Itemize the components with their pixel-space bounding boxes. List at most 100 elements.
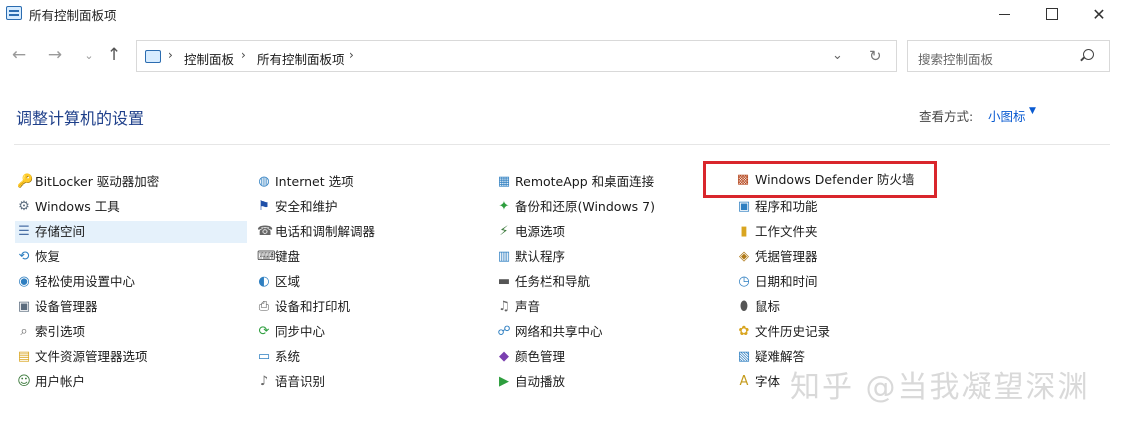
item-speaker[interactable]: ♫ 声音 [495,296,540,318]
tools-icon: ⚙ [18,199,30,214]
item-tools[interactable]: ⚙ Windows 工具 [15,196,120,218]
search-icon[interactable] [1083,49,1094,60]
item-system[interactable]: ▭ 系统 [255,346,300,368]
item-backup[interactable]: ✦ 备份和还原(Windows 7) [495,196,655,218]
item-label: 工作文件夹 [755,224,818,239]
recent-locations-button[interactable]: ⌄ [79,45,99,65]
item-label: 区域 [275,274,301,289]
item-default-programs[interactable]: ▥ 默认程序 [495,246,565,268]
item-taskbar[interactable]: ▬ 任务栏和导航 [495,271,590,293]
up-button[interactable]: ↑ [104,45,124,65]
refresh-icon[interactable]: ↻ [869,47,882,65]
sync-icon: ⟳ [258,324,270,339]
window-title: 所有控制面板项 [29,8,117,23]
item-flag[interactable]: ⚑ 安全和维护 [255,196,338,218]
item-label: 索引选项 [35,324,86,339]
item-user-accounts[interactable]: ☺ 用户帐户 [15,371,85,393]
item-keyboard[interactable]: ⌨ 键盘 [255,246,300,268]
flag-icon: ⚑ [258,199,270,214]
maximize-button[interactable] [1029,0,1075,28]
item-label: 日期和时间 [755,274,818,289]
address-bar[interactable]: › 控制面板 › 所有控制面板项 › ⌄ ↻ [136,40,897,72]
item-modem[interactable]: ☎ 电话和调制解调器 [255,221,375,243]
autoplay-icon: ▶ [499,374,509,389]
view-by-label: 查看方式: [919,109,974,124]
item-sync[interactable]: ⟳ 同步中心 [255,321,325,343]
item-region[interactable]: ◐ 区域 [255,271,300,293]
storage-icon: ☰ [18,224,30,239]
item-fonts[interactable]: A 字体 [735,371,780,393]
back-button[interactable]: ← [9,45,29,65]
breadcrumb-all-items[interactable]: 所有控制面板项 [257,49,345,68]
item-file-history[interactable]: ✿ 文件历史记录 [735,321,830,343]
item-internet-options[interactable]: ◍ Internet 选项 [255,171,353,193]
item-work-folders[interactable]: ▮ 工作文件夹 [735,221,818,243]
user-accounts-icon: ☺ [17,374,31,389]
breadcrumb-control-panel[interactable]: 控制面板 [184,49,234,68]
key-icon: 🔑 [17,174,34,189]
clock-icon: ◷ [738,274,750,289]
remoteapp-icon: ▦ [497,174,511,189]
item-clock[interactable]: ◷ 日期和时间 [735,271,818,293]
caret-down-icon[interactable]: ▼ [1029,106,1036,116]
item-mouse[interactable]: ⬮ 鼠标 [735,296,780,318]
internet-options-icon: ◍ [258,174,270,189]
close-button[interactable]: ✕ [1076,0,1122,28]
breadcrumb-separator[interactable]: › [241,48,246,62]
item-color-management[interactable]: ◆ 颜色管理 [495,346,565,368]
item-label: 安全和维护 [275,199,338,214]
item-label: Windows 工具 [35,199,120,214]
item-ease-of-access[interactable]: ◉ 轻松使用设置中心 [15,271,135,293]
file-history-icon: ✿ [738,324,750,339]
item-label: 默认程序 [515,249,566,264]
item-label: 文件资源管理器选项 [35,349,148,364]
back-arrow-icon: ← [11,45,27,65]
forward-button[interactable]: → [45,45,65,65]
mouse-icon: ⬮ [739,299,749,314]
firewall-icon: ▩ [736,172,750,187]
breadcrumb-separator[interactable]: › [168,48,173,62]
item-label: 电话和调制解调器 [275,224,376,239]
search-input[interactable]: 搜索控制面板 [907,40,1110,72]
backup-icon: ✦ [498,199,510,214]
item-label: 系统 [275,349,301,364]
item-autoplay[interactable]: ▶ 自动播放 [495,371,565,393]
item-label: 程序和功能 [755,199,818,214]
item-printer[interactable]: ⎙ 设备和打印机 [255,296,350,318]
title-bar: 所有控制面板项 ✕ [0,0,1122,28]
item-remoteapp[interactable]: ▦ RemoteApp 和桌面连接 [495,171,654,193]
item-network[interactable]: ☍ 网络和共享中心 [495,321,602,343]
item-indexing[interactable]: ⌕ 索引选项 [15,321,85,343]
programs-icon: ▣ [737,199,751,214]
item-label: 凭据管理器 [755,249,818,264]
control-panel-icon [145,50,161,63]
forward-arrow-icon: → [47,45,63,65]
item-programs[interactable]: ▣ 程序和功能 [735,196,818,218]
item-label: 电源选项 [515,224,566,239]
minimize-button[interactable] [981,0,1027,28]
printer-icon: ⎙ [258,299,270,314]
item-label: 任务栏和导航 [515,274,591,289]
divider [14,144,1110,145]
control-panel-icon [6,6,22,20]
item-storage[interactable]: ☰ 存储空间 [15,221,247,243]
item-label: 恢复 [35,249,61,264]
item-label: 声音 [515,299,541,314]
page-title: 调整计算机的设置 [16,109,145,128]
item-firewall[interactable]: ▩ Windows Defender 防火墙 [703,161,937,198]
item-device-manager[interactable]: ▣ 设备管理器 [15,296,98,318]
device-manager-icon: ▣ [17,299,31,314]
item-recovery[interactable]: ⟲ 恢复 [15,246,60,268]
item-microphone[interactable]: ♪ 语音识别 [255,371,325,393]
system-icon: ▭ [257,349,271,364]
item-key[interactable]: 🔑 BitLocker 驱动器加密 [15,171,159,193]
breadcrumb-separator[interactable]: › [349,48,354,62]
item-folder-options[interactable]: ▤ 文件资源管理器选项 [15,346,148,368]
folder-options-icon: ▤ [17,349,31,364]
view-by-dropdown[interactable]: 小图标 [988,106,1026,125]
item-label: 文件历史记录 [755,324,831,339]
item-credential[interactable]: ◈ 凭据管理器 [735,246,818,268]
item-power[interactable]: ⚡ 电源选项 [495,221,565,243]
chevron-down-icon[interactable]: ⌄ [832,48,843,63]
item-label: BitLocker 驱动器加密 [35,174,160,189]
